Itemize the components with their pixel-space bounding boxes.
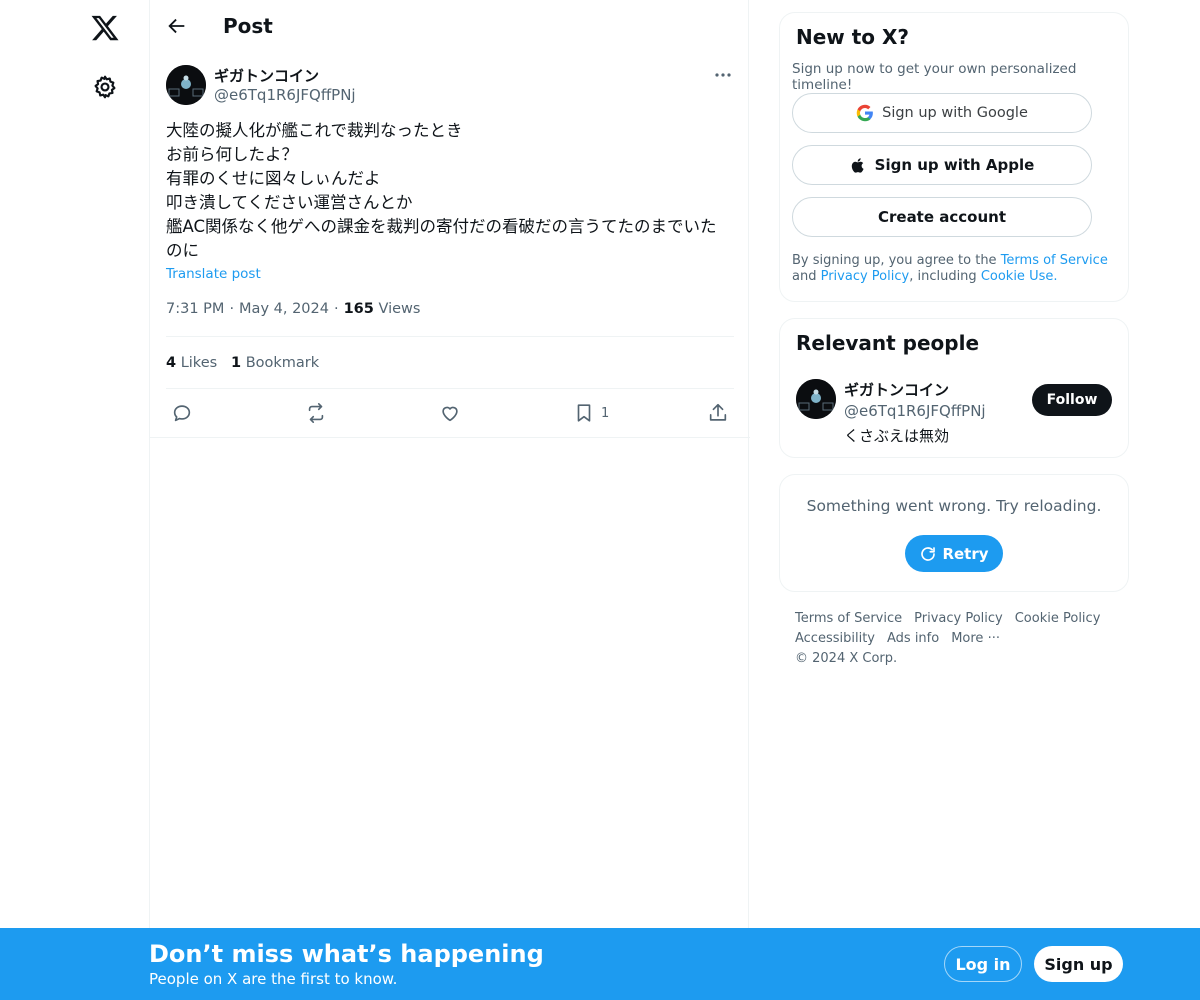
author-name[interactable]: ギガトンコイン (214, 65, 319, 86)
post-stats: 4 Likes 1 Bookmark (166, 336, 734, 389)
post-date[interactable]: May 4, 2024 (239, 301, 329, 317)
apple-icon (851, 157, 864, 173)
reply-icon[interactable] (171, 402, 193, 424)
page-header: Post (150, 0, 750, 53)
share-icon[interactable] (707, 402, 729, 424)
repost-icon[interactable] (305, 402, 327, 424)
banner-title: Don’t miss what’s happening (149, 940, 544, 968)
post-text: 大陸の擬人化が艦これで裁判なったとき お前ら何したよ？ 有罪のくせに図々しぃんだ… (166, 119, 736, 263)
refresh-icon (921, 546, 936, 561)
translate-post-link[interactable]: Translate post (166, 266, 261, 282)
page-title: Post (223, 14, 273, 38)
bookmark-button[interactable]: 1 (573, 402, 609, 424)
like-heart-icon[interactable] (439, 402, 461, 424)
signup-apple-label: Sign up with Apple (874, 156, 1035, 174)
bookmarks-count: 1 (231, 355, 242, 371)
signup-google-label: Sign up with Google (882, 105, 1028, 121)
signup-card-title: New to X? (796, 25, 910, 49)
separator-dot: · (333, 301, 339, 317)
post-time[interactable]: 7:31 PM (166, 301, 224, 317)
legal-text: , including (909, 269, 981, 284)
relevant-people-card: Relevant people ギガトンコイン @e6Tq1R6JFQffPNj… (779, 318, 1129, 458)
terms-link[interactable]: Terms of Service (1001, 253, 1108, 268)
footer-link-privacy[interactable]: Privacy Policy (914, 609, 1003, 629)
bookmark-count: 1 (601, 405, 610, 421)
footer-link-terms[interactable]: Terms of Service (795, 609, 902, 629)
post-text-line: 大陸の擬人化が艦これで裁判なったとき (166, 121, 463, 140)
footer-link-accessibility[interactable]: Accessibility (795, 629, 875, 649)
signup-apple-button[interactable]: Sign up with Apple (792, 145, 1092, 185)
footer-link-ads[interactable]: Ads info (887, 629, 939, 649)
legal-period: . (1053, 269, 1058, 284)
google-icon (856, 104, 873, 122)
back-arrow-icon[interactable] (166, 15, 188, 37)
error-message: Something went wrong. Try reloading. (806, 497, 1102, 515)
login-button[interactable]: Log in (944, 946, 1022, 982)
banner-subtitle: People on X are the first to know. (149, 970, 398, 988)
signup-google-button[interactable]: Sign up with Google (792, 93, 1092, 133)
relevant-person-handle[interactable]: @e6Tq1R6JFQffPNj (844, 402, 986, 420)
post-actions: 1 (150, 389, 750, 438)
views-count: 165 (343, 301, 374, 317)
x-logo-icon[interactable] (90, 13, 120, 43)
retry-button[interactable]: Retry (905, 535, 1003, 572)
relevant-people-title: Relevant people (796, 331, 980, 355)
create-account-button[interactable]: Create account (792, 197, 1092, 237)
post-text-line: 叩き潰してください運営さんとか (166, 193, 413, 212)
main-column: Post ギガトンコイン @e6Tq1R6JFQffPNj 大陸の擬人化が艦これ… (149, 0, 750, 1000)
post-text-line: 艦AC関係なく他ゲへの課金を裁判の寄付だの看破だの言うてたのまでいた (166, 217, 717, 236)
signup-legal-text: By signing up, you agree to the Terms of… (792, 253, 1122, 285)
likes-label: Likes (180, 355, 218, 371)
bookmarks-label: Bookmark (245, 355, 320, 371)
legal-text: and (792, 269, 821, 284)
post-meta: 7:31 PM · May 4, 2024 · 165 Views (166, 301, 420, 317)
author-handle[interactable]: @e6Tq1R6JFQffPNj (214, 86, 356, 104)
cookie-use-link[interactable]: Cookie Use (981, 269, 1054, 284)
privacy-link[interactable]: Privacy Policy (821, 269, 910, 284)
legal-text: By signing up, you agree to the (792, 253, 1001, 268)
follow-button[interactable]: Follow (1032, 384, 1112, 416)
post-text-line: のに (166, 241, 199, 260)
views-label: Views (378, 301, 421, 317)
footer-links: Terms of Service Privacy Policy Cookie Pol… (795, 609, 1115, 669)
signup-card-subtitle: Sign up now to get your own personalized… (792, 61, 1077, 93)
likes-count: 4 (166, 355, 177, 371)
likes-stat[interactable]: 4 Likes (166, 355, 217, 371)
footer-copyright: © 2024 X Corp. (795, 651, 898, 666)
post: ギガトンコイン @e6Tq1R6JFQffPNj 大陸の擬人化が艦これで裁判なっ… (150, 53, 750, 438)
left-nav (0, 0, 150, 1000)
post-text-line: お前ら何したよ？ (166, 145, 298, 164)
relevant-person-bio: くさぶえは無効 (844, 427, 950, 445)
signup-button[interactable]: Sign up (1034, 946, 1123, 982)
footer-link-more[interactable]: More ··· (951, 629, 1000, 649)
bottom-banner: Don’t miss what’s happening People on X … (0, 928, 1200, 1000)
avatar[interactable] (796, 379, 836, 419)
separator-dot: · (229, 301, 235, 317)
bookmarks-stat[interactable]: 1 Bookmark (231, 355, 319, 371)
relevant-person-name[interactable]: ギガトンコイン (844, 379, 949, 400)
post-text-line: 有罪のくせに図々しぃんだよ (166, 169, 381, 188)
footer-link-cookie[interactable]: Cookie Policy (1015, 609, 1101, 629)
error-card: Something went wrong. Try reloading. Ret… (779, 474, 1129, 592)
signup-card: New to X? Sign up now to get your own pe… (779, 12, 1129, 302)
bookmark-icon (577, 404, 591, 422)
avatar[interactable] (166, 65, 206, 105)
more-icon[interactable] (712, 67, 734, 85)
gear-icon[interactable] (92, 74, 118, 100)
retry-label: Retry (942, 544, 989, 563)
